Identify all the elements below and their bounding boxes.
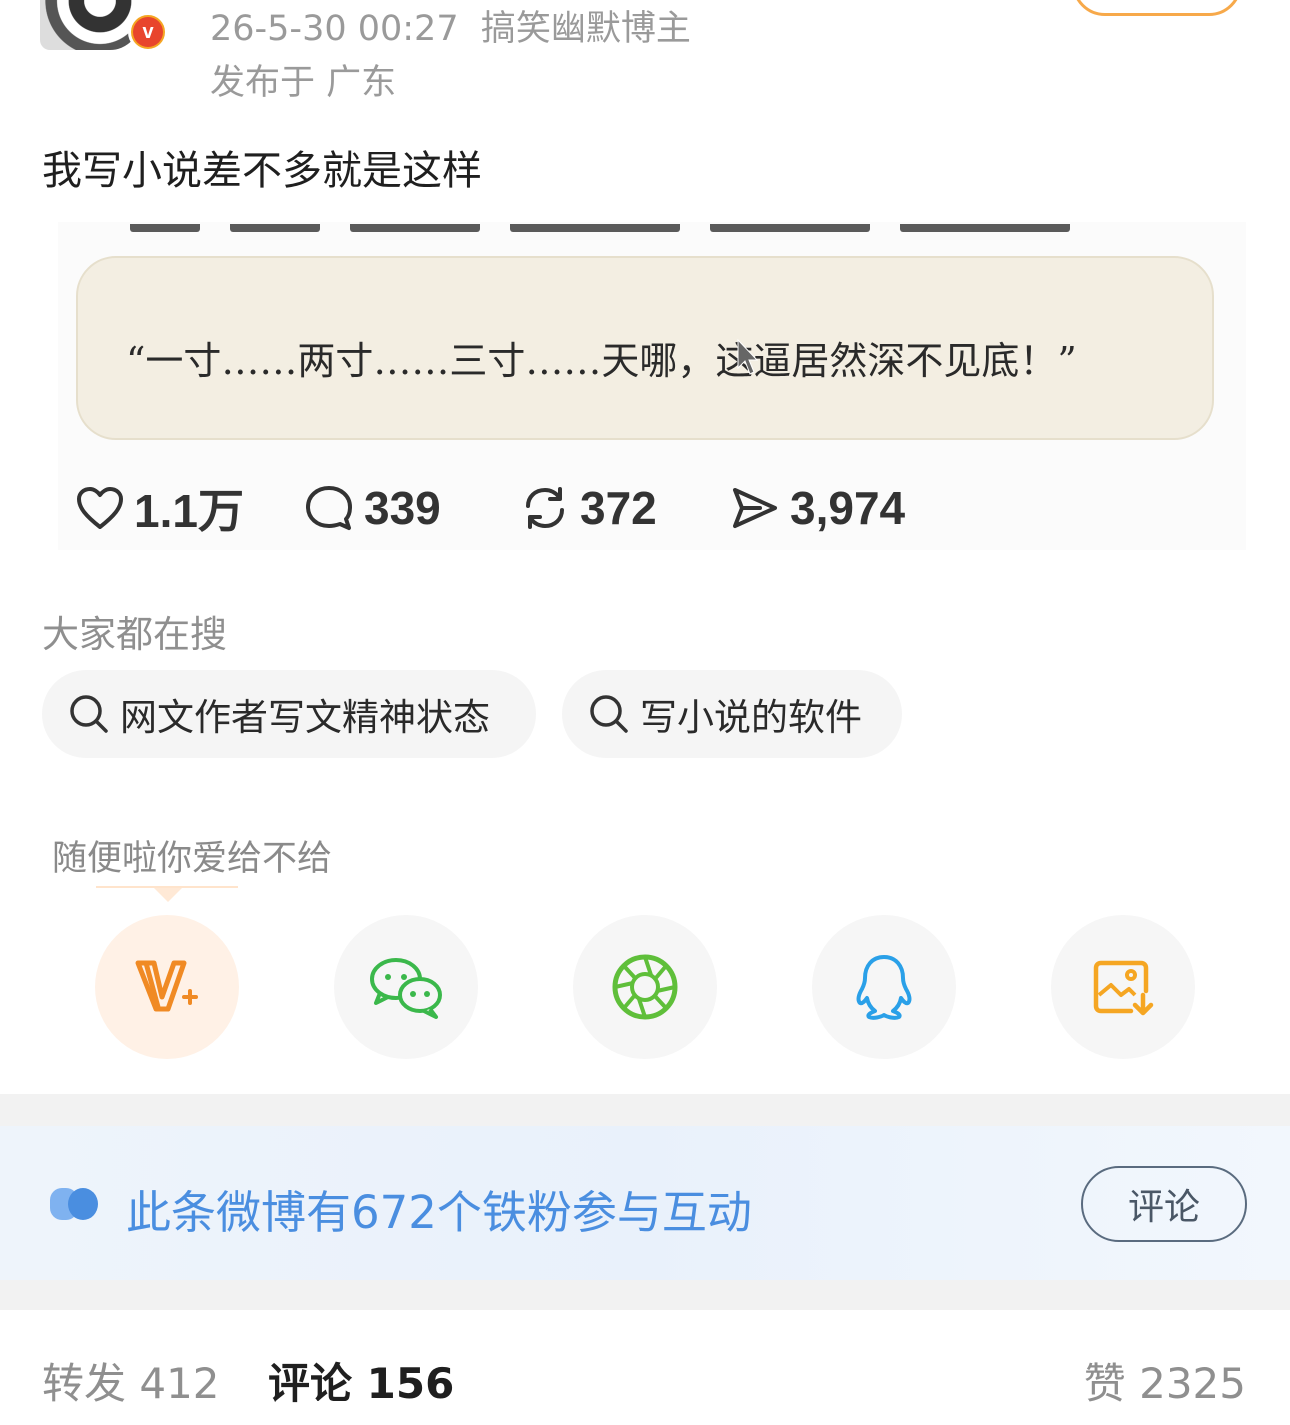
post-meta: 26-5-30 00:27 搞笑幽默博主 [210,0,691,51]
share-wechat-button[interactable] [334,915,478,1059]
v-plus-icon [135,960,198,1012]
search-section-title: 大家都在搜 [42,613,227,656]
section-divider [0,1094,1290,1126]
section-divider [0,1280,1290,1310]
share-count: 3,974 [790,482,906,534]
share-stat[interactable]: 3,974 [730,478,905,538]
caption-pointer [154,888,182,902]
comment-count: 339 [364,482,441,534]
search-icon [590,695,628,733]
search-icon [70,695,108,733]
like-count: 1.1万 [134,485,244,537]
post-location: 发布于 广东 [210,63,397,103]
search-chip[interactable]: 写小说的软件 [562,670,902,758]
search-chip-label: 写小说的软件 [640,696,862,739]
share-arrow-icon [733,488,777,528]
share-moments-button[interactable] [573,915,717,1059]
tab-repost[interactable]: 转发 412 [42,1350,220,1411]
comment-button[interactable]: 评论 [1081,1166,1247,1242]
comment-stat[interactable]: 339 [304,478,441,538]
repost-icon [526,487,564,529]
verified-badge-icon: v [128,12,168,52]
like-stat[interactable]: 1.1万 [76,478,244,538]
share-save-image-button[interactable] [1051,915,1195,1059]
share-qq-button[interactable] [812,915,956,1059]
quote-text: “一寸……两寸……三寸……天哪，这逼居然深不见底！” [126,339,1077,383]
fan-interaction-text: 此条微博有672个铁粉参与互动 [126,1186,752,1239]
search-chip[interactable]: 网文作者写文精神状态 [42,670,536,758]
save-image-icon [1093,960,1154,1016]
share-v-plus-button[interactable] [95,915,239,1059]
follow-button[interactable] [1072,0,1242,16]
post-text: 我写小说差不多就是这样 [42,148,482,194]
comment-bubble-icon [306,486,352,530]
qq-icon [856,955,912,1020]
fan-badge-icon [50,1188,98,1220]
tab-like[interactable]: 赞 2325 [1084,1350,1246,1411]
cursor-icon [737,338,758,375]
share-caption: 随便啦你爱给不给 [52,839,333,879]
heart-icon [77,487,123,529]
tab-comment[interactable]: 评论 156 [268,1350,454,1411]
cropped-text-strip [120,224,1080,252]
avatar[interactable] [40,0,140,50]
repost-stat[interactable]: 372 [520,478,657,538]
post-time: 26-5-30 00:27 [210,9,459,49]
wechat-icon [370,958,442,1019]
author-tag: 搞笑幽默博主 [480,9,691,49]
search-chip-label: 网文作者写文精神状态 [120,696,490,739]
repost-count: 372 [580,482,657,534]
moments-icon [612,954,678,1020]
